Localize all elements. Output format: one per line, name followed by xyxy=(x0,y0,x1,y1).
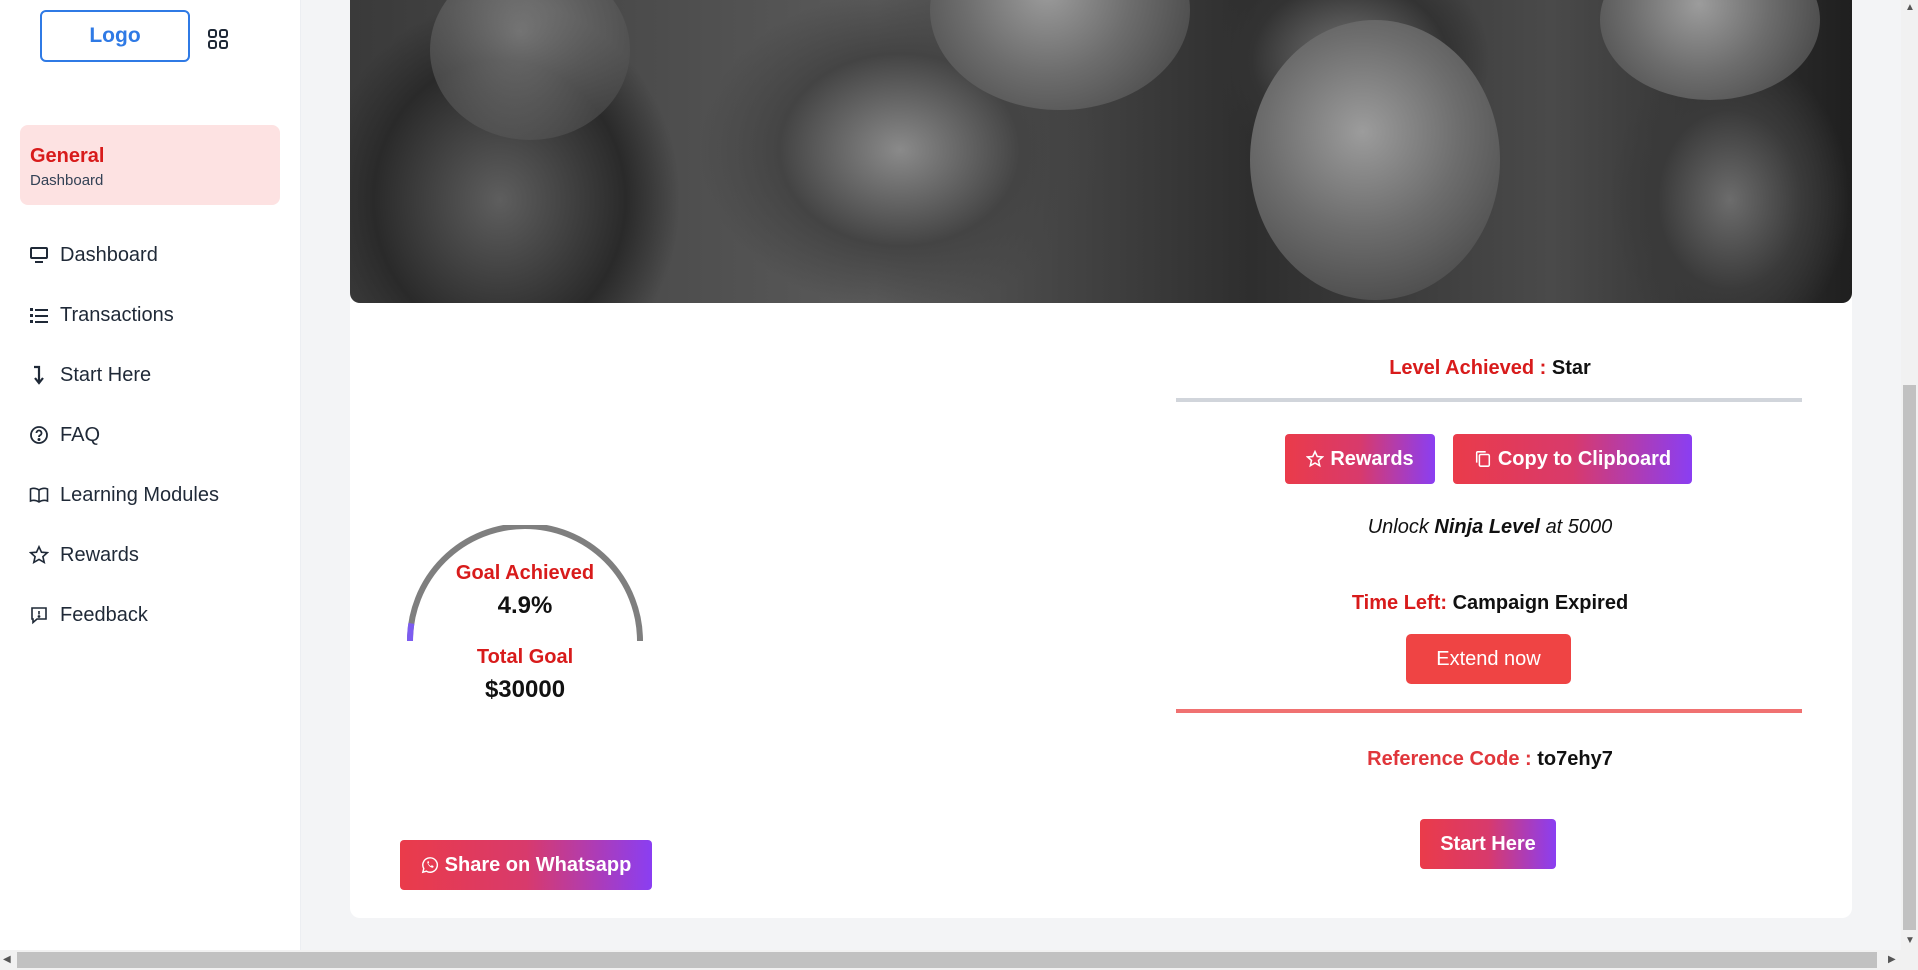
feedback-icon xyxy=(28,604,50,626)
whatsapp-icon xyxy=(421,857,438,874)
sidebar-item-feedback[interactable]: Feedback xyxy=(28,585,288,645)
monitor-icon xyxy=(28,244,50,266)
unlock-next-level: Unlock Ninja Level at 5000 xyxy=(1175,516,1805,539)
time-left-label: Time Left: xyxy=(1351,592,1448,614)
unlock-level-name: Ninja Level xyxy=(1434,516,1540,538)
extend-now-button[interactable]: Extend now xyxy=(1406,634,1571,684)
apps-grid-icon[interactable] xyxy=(207,28,229,50)
level-achieved: Level Achieved : Star xyxy=(1175,357,1805,380)
sidebar: Logo General Dashboard Dashboard Transac… xyxy=(0,0,301,950)
goal-achieved-label: Goal Achieved xyxy=(455,562,595,584)
level-value: Star xyxy=(1551,357,1591,379)
sidebar-item-rewards[interactable]: Rewards xyxy=(28,525,288,585)
sidebar-item-faq[interactable]: FAQ xyxy=(28,405,288,465)
rewards-button[interactable]: Rewards xyxy=(1285,434,1435,484)
divider xyxy=(1176,398,1802,402)
scroll-down-arrow-icon[interactable]: ▼ xyxy=(1905,936,1915,946)
sidebar-item-label: FAQ xyxy=(60,423,101,446)
copy-to-clipboard-button[interactable]: Copy to Clipboard xyxy=(1453,434,1692,484)
gauge-progress xyxy=(407,622,415,642)
total-goal-label: Total Goal xyxy=(476,646,574,668)
sidebar-item-learning-modules[interactable]: Learning Modules xyxy=(28,465,288,525)
sidebar-item-label: Rewards xyxy=(60,543,139,566)
share-whatsapp-label: Share on Whatsapp xyxy=(444,853,632,876)
copy-icon xyxy=(1475,451,1490,467)
sidebar-item-label: Learning Modules xyxy=(60,483,219,506)
arrow-down-icon xyxy=(28,364,50,386)
divider xyxy=(1176,709,1802,713)
reference-code-value: to7ehy7 xyxy=(1537,748,1613,770)
general-section-card[interactable]: General Dashboard xyxy=(20,125,280,205)
sidebar-nav: Dashboard Transactions Start Here FAQ Le… xyxy=(28,225,288,645)
start-here-label: Start Here xyxy=(1440,832,1536,855)
scroll-up-arrow-icon[interactable]: ▲ xyxy=(1905,3,1915,13)
star-icon xyxy=(28,544,50,566)
goal-achieved-value: 4.9% xyxy=(497,592,553,619)
vertical-scrollbar-thumb[interactable] xyxy=(1903,385,1916,930)
logo-button[interactable]: Logo xyxy=(40,10,190,62)
list-icon xyxy=(28,304,50,326)
unlock-suffix: at 5000 xyxy=(1545,516,1613,538)
sidebar-item-dashboard[interactable]: Dashboard xyxy=(28,225,288,285)
scroll-right-arrow-icon[interactable]: ▶ xyxy=(1888,955,1896,965)
section-subtitle: Dashboard xyxy=(30,172,104,189)
star-icon xyxy=(1306,450,1325,468)
book-icon xyxy=(28,484,50,506)
section-title: General xyxy=(30,145,105,167)
copy-button-label: Copy to Clipboard xyxy=(1497,447,1672,470)
reference-code: Reference Code : to7ehy7 xyxy=(1175,748,1805,771)
scroll-left-arrow-icon[interactable]: ◀ xyxy=(3,955,11,965)
question-circle-icon xyxy=(28,424,50,446)
sidebar-item-label: Transactions xyxy=(60,303,174,326)
sidebar-item-transactions[interactable]: Transactions xyxy=(28,285,288,345)
campaign-hero-image xyxy=(350,0,1852,303)
level-label: Level Achieved : xyxy=(1389,357,1547,379)
time-left-value: Campaign Expired xyxy=(1452,592,1629,614)
share-whatsapp-button[interactable]: Share on Whatsapp xyxy=(400,840,652,890)
sidebar-item-label: Start Here xyxy=(60,363,152,386)
horizontal-scrollbar-thumb[interactable] xyxy=(17,952,1877,968)
total-goal-value: $30000 xyxy=(484,676,566,703)
sidebar-item-label: Feedback xyxy=(60,603,148,626)
unlock-prefix: Unlock xyxy=(1367,516,1429,538)
sidebar-item-start-here[interactable]: Start Here xyxy=(28,345,288,405)
rewards-button-label: Rewards xyxy=(1330,447,1414,470)
goal-gauge xyxy=(407,525,643,642)
start-here-button[interactable]: Start Here xyxy=(1420,819,1556,869)
time-left: Time Left: Campaign Expired xyxy=(1175,592,1805,615)
reference-code-label: Reference Code : xyxy=(1367,748,1532,770)
sidebar-item-label: Dashboard xyxy=(60,243,158,266)
